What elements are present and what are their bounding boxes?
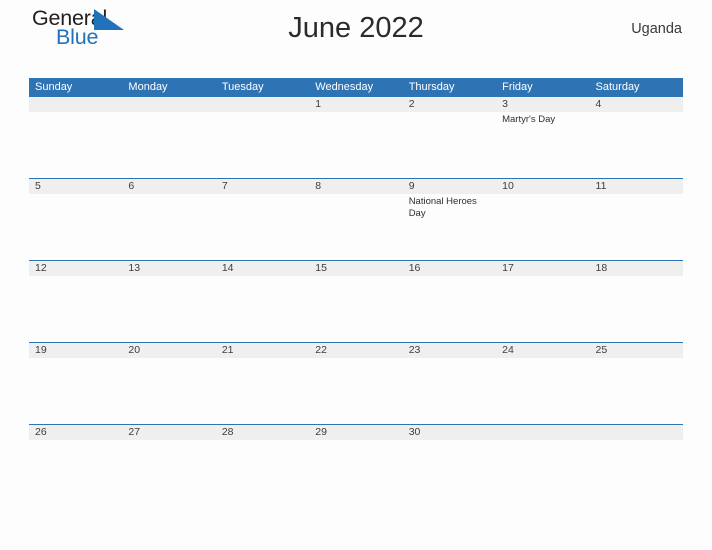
- date-number[interactable]: 14: [216, 261, 309, 276]
- date-number[interactable]: 7: [216, 179, 309, 194]
- day-event[interactable]: [590, 112, 683, 178]
- weekday-header-thursday: Thursday: [408, 81, 455, 93]
- day-event[interactable]: [403, 440, 496, 506]
- day-event[interactable]: [403, 358, 496, 424]
- day-event[interactable]: [29, 358, 122, 424]
- date-number[interactable]: [122, 97, 215, 112]
- day-event[interactable]: [403, 276, 496, 342]
- date-number[interactable]: 19: [29, 343, 122, 358]
- day-event[interactable]: [216, 276, 309, 342]
- day-event[interactable]: [309, 276, 402, 342]
- week-row: 19 20 21 22 23 24 25: [29, 342, 683, 424]
- date-number[interactable]: 25: [590, 343, 683, 358]
- calendar-grid: Sunday Monday Tuesday Wednesday Thursday…: [29, 78, 683, 506]
- date-number[interactable]: 26: [29, 425, 122, 440]
- day-event[interactable]: [309, 358, 402, 424]
- day-event[interactable]: [496, 440, 589, 506]
- date-number[interactable]: 5: [29, 179, 122, 194]
- day-event[interactable]: [122, 194, 215, 260]
- week-date-band: 5 6 7 8 9 10 11: [29, 179, 683, 194]
- date-number[interactable]: [590, 425, 683, 440]
- date-number[interactable]: 21: [216, 343, 309, 358]
- week-event-band: [29, 276, 683, 342]
- date-number[interactable]: 24: [496, 343, 589, 358]
- date-number[interactable]: 9: [403, 179, 496, 194]
- date-number[interactable]: 23: [403, 343, 496, 358]
- day-event[interactable]: [590, 276, 683, 342]
- week-row: 12 13 14 15 16 17 18: [29, 260, 683, 342]
- page-header: General Blue June 2022 Uganda: [29, 0, 683, 60]
- date-number[interactable]: 17: [496, 261, 589, 276]
- day-event[interactable]: [122, 276, 215, 342]
- day-event[interactable]: [122, 112, 215, 178]
- week-date-band: 19 20 21 22 23 24 25: [29, 343, 683, 358]
- date-number[interactable]: 28: [216, 425, 309, 440]
- date-number[interactable]: 20: [122, 343, 215, 358]
- week-event-band: National Heroes Day: [29, 194, 683, 260]
- day-event[interactable]: [216, 440, 309, 506]
- day-event[interactable]: [216, 112, 309, 178]
- date-number[interactable]: 18: [590, 261, 683, 276]
- day-event[interactable]: [403, 112, 496, 178]
- day-event[interactable]: Martyr's Day: [496, 112, 589, 178]
- country-label: Uganda: [631, 21, 682, 37]
- day-event[interactable]: [590, 440, 683, 506]
- date-number[interactable]: 22: [309, 343, 402, 358]
- date-number[interactable]: 1: [309, 97, 402, 112]
- date-number[interactable]: 15: [309, 261, 402, 276]
- date-number[interactable]: 8: [309, 179, 402, 194]
- day-event[interactable]: [216, 358, 309, 424]
- day-event[interactable]: [29, 276, 122, 342]
- weekday-header-row: Sunday Monday Tuesday Wednesday Thursday…: [29, 78, 683, 96]
- date-number[interactable]: 4: [590, 97, 683, 112]
- weekday-header-tuesday: Tuesday: [221, 81, 264, 93]
- date-number[interactable]: 2: [403, 97, 496, 112]
- week-row: 5 6 7 8 9 10 11 National Heroes Day: [29, 178, 683, 260]
- date-number[interactable]: [496, 425, 589, 440]
- day-event[interactable]: [122, 358, 215, 424]
- day-event[interactable]: [29, 440, 122, 506]
- calendar-page: General Blue June 2022 Uganda Sunday Mon…: [0, 0, 712, 550]
- weekday-header-sunday: Sunday: [35, 81, 73, 93]
- page-title: June 2022: [288, 12, 424, 44]
- weekday-header-monday: Monday: [128, 81, 168, 93]
- date-number[interactable]: 27: [122, 425, 215, 440]
- day-event[interactable]: [496, 194, 589, 260]
- weekday-header-saturday: Saturday: [595, 81, 640, 93]
- date-number[interactable]: 16: [403, 261, 496, 276]
- week-event-band: [29, 358, 683, 424]
- day-event[interactable]: [496, 358, 589, 424]
- week-row: 26 27 28 29 30: [29, 424, 683, 506]
- day-event[interactable]: [496, 276, 589, 342]
- day-event[interactable]: [216, 194, 309, 260]
- date-number[interactable]: [216, 97, 309, 112]
- date-number[interactable]: 10: [496, 179, 589, 194]
- date-number[interactable]: 29: [309, 425, 402, 440]
- week-event-band: Martyr's Day: [29, 112, 683, 178]
- day-event[interactable]: [590, 194, 683, 260]
- week-row: 1 2 3 4 Martyr's Day: [29, 96, 683, 178]
- week-event-band: [29, 440, 683, 506]
- day-event[interactable]: National Heroes Day: [403, 194, 496, 260]
- day-event[interactable]: [29, 112, 122, 178]
- day-event[interactable]: [29, 194, 122, 260]
- day-event[interactable]: [122, 440, 215, 506]
- day-event[interactable]: [309, 112, 402, 178]
- week-date-band: 1 2 3 4: [29, 97, 683, 112]
- date-number[interactable]: 11: [590, 179, 683, 194]
- date-number[interactable]: [29, 97, 122, 112]
- date-number[interactable]: 6: [122, 179, 215, 194]
- day-event[interactable]: [590, 358, 683, 424]
- week-date-band: 12 13 14 15 16 17 18: [29, 261, 683, 276]
- weekday-header-wednesday: Wednesday: [315, 81, 374, 93]
- date-number[interactable]: 3: [496, 97, 589, 112]
- day-event[interactable]: [309, 194, 402, 260]
- date-number[interactable]: 30: [403, 425, 496, 440]
- week-date-band: 26 27 28 29 30: [29, 425, 683, 440]
- date-number[interactable]: 12: [29, 261, 122, 276]
- date-number[interactable]: 13: [122, 261, 215, 276]
- weekday-header-friday: Friday: [502, 81, 533, 93]
- day-event[interactable]: [309, 440, 402, 506]
